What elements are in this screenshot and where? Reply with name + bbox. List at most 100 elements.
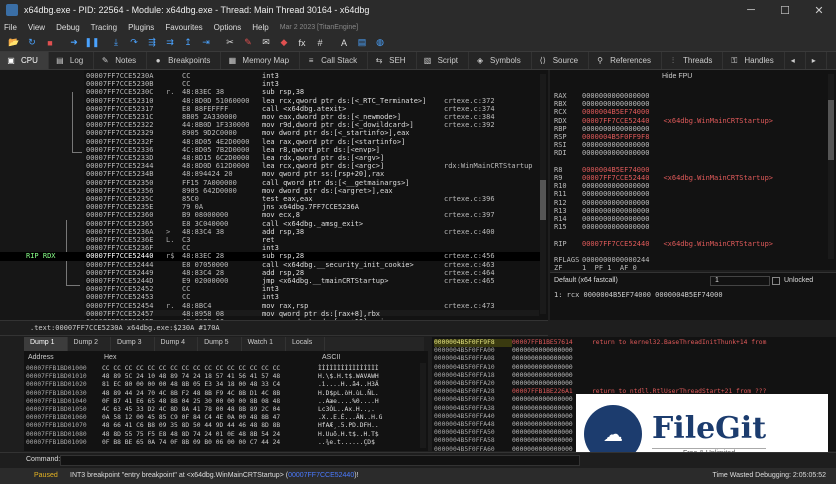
menu-view[interactable]: View — [28, 23, 45, 32]
tab-handles[interactable]: ⚿ Handles — [723, 52, 785, 69]
disasm-row[interactable]: 00007FF7CCE52360 B9 08000000 mov ecx,8 crte… — [0, 211, 540, 219]
trace-into-icon[interactable]: ⇶ — [144, 36, 160, 50]
stack-row[interactable]: 0000004B5F0FFA60 0000000000000000 — [434, 446, 592, 451]
disasm-row[interactable]: 00007FF7CCE52350 FF15 7A000000 call qword … — [0, 179, 540, 187]
step-over-icon[interactable]: ↷ — [126, 36, 142, 50]
menu-favourites[interactable]: Favourites — [165, 23, 202, 32]
restart-icon[interactable]: ↻ — [24, 36, 40, 50]
registers-view[interactable]: Hide FPU RAX 0000000000000000 RBX 000000000… — [550, 70, 836, 270]
run-to-user-code-icon[interactable]: ⇥ — [198, 36, 214, 50]
menu-file[interactable]: File — [4, 23, 17, 32]
register-value[interactable]: 0000000000000000 — [582, 125, 649, 133]
open-icon[interactable]: 📂 — [6, 36, 22, 50]
register-row[interactable]: ZF 1 PF 1 AF 0 — [554, 264, 637, 270]
tab-memory-map[interactable]: ▦ Memory Map — [221, 52, 301, 69]
tab-threads[interactable]: ⫶ Threads — [662, 52, 724, 69]
disasm-row[interactable]: 00007FF7CCE52344 48:8D0D 612D0000 lea rcx,… — [0, 162, 540, 170]
disassembly-view[interactable]: 00007FF7CCE5230A CC int3 00007FF7CCE5230B CC… — [0, 70, 548, 320]
font-icon[interactable]: A — [336, 36, 352, 50]
register-row[interactable]: RSI 0000000000000000 — [554, 141, 649, 149]
dump-row[interactable]: 00007FFB1BD01060 0A 58 12 00 45 85 C9 0F … — [26, 414, 382, 422]
register-value[interactable]: 00007FF7CCE52440 — [582, 174, 649, 182]
tab-watch-1[interactable]: Watch 1 — [242, 337, 286, 351]
disasm-row[interactable]: 00007FF7CCE52336 4C:8D05 7B2D0000 lea r8,q… — [0, 146, 540, 154]
register-row[interactable]: R15 0000000000000000 — [554, 223, 649, 231]
disasm-row[interactable]: RIP RDX 00007FF7CCE52440 r$ 48:83EC 28 sub r… — [0, 252, 540, 261]
tab-locals[interactable]: Locals — [286, 337, 326, 351]
comments-icon[interactable]: ✉ — [258, 36, 274, 50]
register-value[interactable]: 0000000000000000 — [582, 92, 649, 100]
disasm-row[interactable]: 00007FF7CCE5230A CC int3 — [0, 72, 540, 80]
disasm-row[interactable]: 00007FF7CCE52457 48:8958 08 mov qword ptr … — [0, 310, 540, 318]
stack-row[interactable]: 0000004B5F0FFA58 0000000000000000 — [434, 437, 592, 445]
tab-scroll-right-icon[interactable]: ▸ — [806, 52, 827, 69]
close-window-button[interactable]: ✕ — [802, 4, 836, 17]
register-value[interactable]: 0000000000000000 — [582, 207, 649, 215]
disasm-row[interactable]: 00007FF7CCE52449 48:83C4 28 add rsp,28 crte… — [0, 269, 540, 277]
dump-row[interactable]: 00007FFB1BD01050 4C 63 45 33 D2 4C 8D 8A … — [26, 406, 375, 414]
register-row[interactable]: R12 0000000000000000 — [554, 199, 649, 207]
menu-tracing[interactable]: Tracing — [91, 23, 117, 32]
stack-row[interactable]: 0000004B5F0FFA10 0000000000000000 — [434, 364, 592, 372]
dump-view[interactable]: Address Hex ASCII 00007FFB1BD01000 CC CC … — [24, 351, 428, 451]
tab-scroll-left-icon[interactable]: ◂ — [785, 52, 806, 69]
run-icon[interactable]: ➜ — [66, 36, 82, 50]
calculator-icon[interactable]: ▤ — [354, 36, 370, 50]
disasm-row[interactable]: 00007FF7CCE5230B CC int3 — [0, 80, 540, 88]
tab-symbols[interactable]: ◈ Symbols — [469, 52, 532, 69]
disasm-row[interactable]: 00007FF7CCE52444 E8 07050000 call <x64dbg.… — [0, 261, 540, 269]
tab-dump-3[interactable]: Dump 3 — [111, 337, 155, 351]
dump-row[interactable]: 00007FFB1BD01070 48 66 41 C6 B8 09 35 8D … — [26, 422, 379, 430]
register-row[interactable] — [554, 231, 582, 239]
stack-row[interactable]: 0000004B5F0FFA00 0000000000000000 — [434, 347, 592, 355]
functions-icon[interactable]: fx — [294, 36, 310, 50]
register-value[interactable]: 0000004B5EF74000 — [582, 166, 649, 174]
register-value[interactable]: 0000000000000000 — [582, 182, 649, 190]
disasm-row[interactable]: 00007FF7CCE52322 44:8B0D 1F330000 mov r9d,… — [0, 121, 540, 129]
disasm-row[interactable]: 00007FF7CCE52452 CC int3 — [0, 285, 540, 293]
tab-log[interactable]: ▤ Log — [49, 52, 95, 69]
disasm-row[interactable]: 00007FF7CCE52310 48:8D0D 51060000 lea rcx,… — [0, 97, 540, 105]
disasm-row[interactable]: 00007FF7CCE52454 r. 48:8BC4 mov rax,rsp crte… — [0, 302, 540, 310]
register-row[interactable]: RSP 0000004B5F0FF9F8 — [554, 133, 649, 141]
register-value[interactable]: 0000000000000000 — [582, 215, 649, 223]
trace-over-icon[interactable]: ⇉ — [162, 36, 178, 50]
unlocked-checkbox[interactable] — [772, 277, 780, 285]
disasm-row[interactable]: 00007FF7CCE5233D 48:8D15 6C2D0000 lea rdx,… — [0, 154, 540, 162]
cheatsheet-icon[interactable]: ◍ — [372, 36, 388, 50]
disasm-row[interactable]: 00007FF7CCE5235E 79 0A jns x64dbg.7FF7CCE5… — [0, 203, 540, 211]
register-value[interactable]: 0000000000000000 — [582, 149, 649, 157]
register-value[interactable]: 0000000000000000 — [582, 190, 649, 198]
tab-seh[interactable]: ⇆ SEH — [368, 52, 417, 69]
dump-row[interactable]: 00007FFB1BD01020 81 EC 80 00 00 00 48 8B … — [26, 381, 379, 389]
register-value[interactable]: 0000000000000000 — [582, 199, 649, 207]
register-row[interactable]: R11 0000000000000000 — [554, 190, 649, 198]
tab-dump-1[interactable]: Dump 1 — [24, 337, 68, 351]
register-row[interactable]: RFLAGS 0000000000000244 — [554, 256, 649, 264]
disasm-row[interactable]: 00007FF7CCE5232F 48:8D05 4E2D0000 lea rax,… — [0, 138, 540, 146]
dump-row[interactable]: 00007FFB1BD01080 48 8D 55 75 F5 E8 48 8D … — [26, 431, 379, 439]
disassembly-scroll-thumb[interactable] — [540, 180, 546, 220]
pause-icon[interactable]: ❚❚ — [84, 36, 100, 50]
tab-call-stack[interactable]: ≡ Call Stack — [300, 52, 369, 69]
disasm-row[interactable]: 00007FF7CCE5236E L. C3 ret — [0, 236, 540, 244]
tab-source[interactable]: ⟨⟩ Source — [532, 52, 590, 69]
disasm-row[interactable]: 00007FF7CCE52329 8905 9D2C0000 mov dword p… — [0, 129, 540, 137]
stack-row[interactable]: 0000004B5F0FFA30 0000000000000000 — [434, 396, 592, 404]
register-row[interactable]: R8 0000004B5EF74000 — [554, 166, 649, 174]
hide-fpu-button[interactable]: Hide FPU — [662, 73, 692, 80]
stack-row[interactable]: 0000004B5F0FFA18 0000000000000000 — [434, 372, 592, 380]
tab-breakpoints[interactable]: ● Breakpoints — [147, 52, 222, 69]
register-row[interactable]: RCX 0000004B5EF74000 — [554, 108, 649, 116]
stack-row[interactable]: 0000004B5F0FFA08 0000000000000000 — [434, 355, 592, 363]
tab-dump-4[interactable]: Dump 4 — [155, 337, 199, 351]
register-row[interactable]: RBP 0000000000000000 — [554, 125, 649, 133]
register-row[interactable]: R14 0000000000000000 — [554, 215, 649, 223]
register-row[interactable]: RDX 00007FF7CCE52440 <x64dbg.WinMainCRTSta… — [554, 117, 773, 125]
dump-row[interactable]: 00007FFB1BD01010 48 89 5C 24 10 48 89 74 … — [26, 373, 379, 381]
tab-dump-2[interactable]: Dump 2 — [68, 337, 112, 351]
disasm-row[interactable]: 00007FF7CCE5236F CC int3 — [0, 244, 540, 252]
menu-plugins[interactable]: Plugins — [128, 23, 154, 32]
hash-icon[interactable]: # — [312, 36, 328, 50]
disasm-row[interactable]: 00007FF7CCE5235C 85C0 test eax,eax crtexe.c… — [0, 195, 540, 203]
